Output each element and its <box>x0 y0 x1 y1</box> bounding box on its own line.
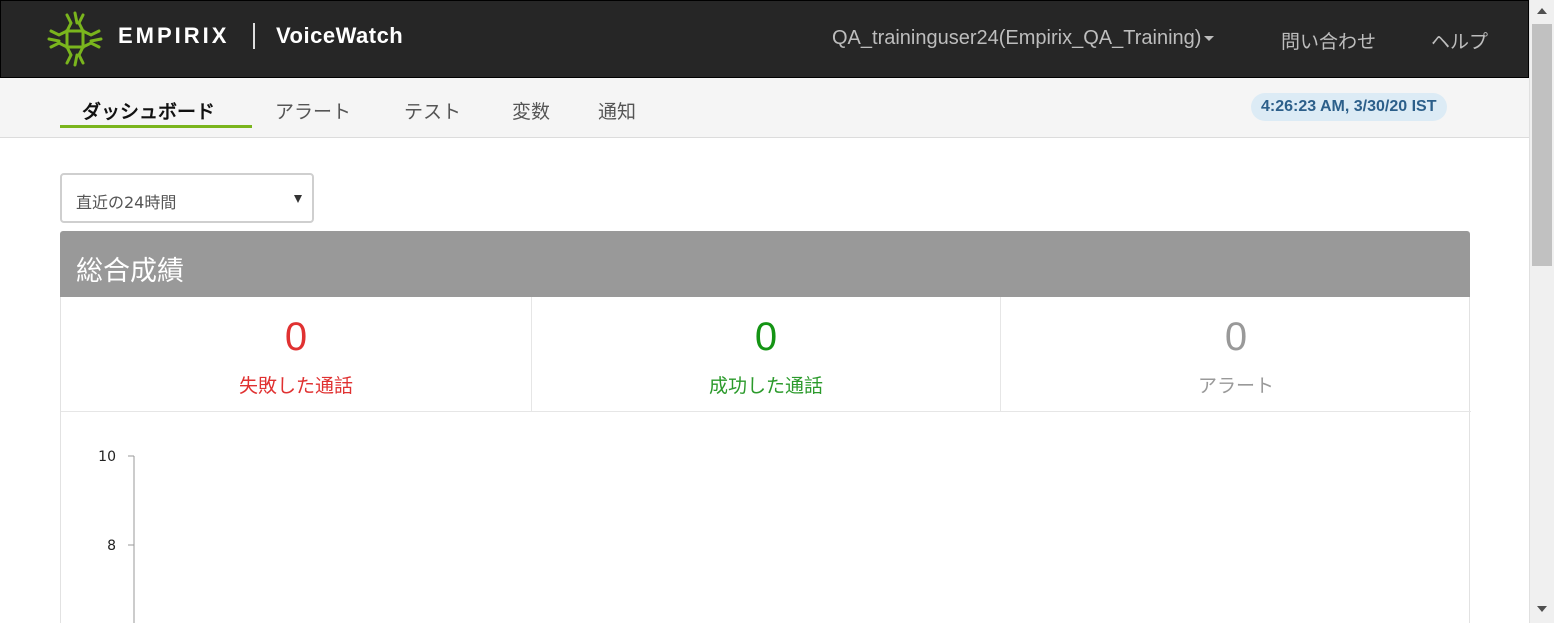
calls-chart: 10 8 <box>98 449 135 623</box>
current-time-badge: 4:26:23 AM, 3/30/20 IST <box>1251 93 1447 121</box>
panel-title: 総合成績 <box>76 256 184 287</box>
tab-variables[interactable]: 変数 <box>512 97 550 124</box>
alerts-stat: 0 アラート <box>1001 297 1471 412</box>
active-tab-indicator <box>60 125 252 128</box>
alerts-label: アラート <box>1197 375 1274 397</box>
main-navigation: ダッシュボード アラート テスト 変数 通知 4:26:23 AM, 3/30/… <box>0 78 1529 138</box>
scroll-up-icon[interactable] <box>1537 8 1547 14</box>
y-axis-tick-label: 8 <box>107 538 116 554</box>
y-axis-tick-label: 10 <box>98 449 116 465</box>
scroll-down-icon[interactable] <box>1537 606 1547 612</box>
successful-calls-label: 成功した通話 <box>708 375 823 397</box>
scroll-thumb[interactable] <box>1532 24 1552 266</box>
product-name: VoiceWatch <box>276 23 404 48</box>
tab-alerts[interactable]: アラート <box>275 97 351 124</box>
alerts-count: 0 <box>1224 315 1248 359</box>
user-account-label: QA_traininguser24(Empirix_QA_Training) <box>832 27 1202 49</box>
user-account-menu[interactable]: QA_traininguser24(Empirix_QA_Training) <box>832 27 1215 50</box>
tab-tests[interactable]: テスト <box>404 97 461 124</box>
contact-link[interactable]: 問い合わせ <box>1281 27 1376 54</box>
empirix-logo-icon <box>47 11 103 67</box>
chevron-down-icon <box>1204 36 1215 42</box>
help-link[interactable]: ヘルプ <box>1431 27 1488 54</box>
brand-divider <box>253 23 255 49</box>
successful-calls-stat: 0 成功した通話 <box>531 297 1001 412</box>
overall-performance-header: 総合成績 <box>60 231 1470 297</box>
dropdown-arrow-icon <box>294 195 302 203</box>
page-scrollbar[interactable] <box>1529 0 1554 623</box>
failed-calls-count: 0 <box>284 315 308 359</box>
tab-notifications[interactable]: 通知 <box>598 97 636 124</box>
tab-dashboard[interactable]: ダッシュボード <box>82 97 215 124</box>
successful-calls-count: 0 <box>754 315 778 359</box>
failed-calls-stat: 0 失敗した通話 <box>61 297 531 412</box>
time-range-select[interactable]: 直近の24時間 <box>60 173 314 223</box>
top-header: EMPIRIX VoiceWatch QA_traininguser24(Emp… <box>0 0 1529 78</box>
brand-name: EMPIRIX <box>118 23 230 48</box>
time-range-value: 直近の24時間 <box>76 193 177 212</box>
failed-calls-label: 失敗した通話 <box>238 375 353 397</box>
